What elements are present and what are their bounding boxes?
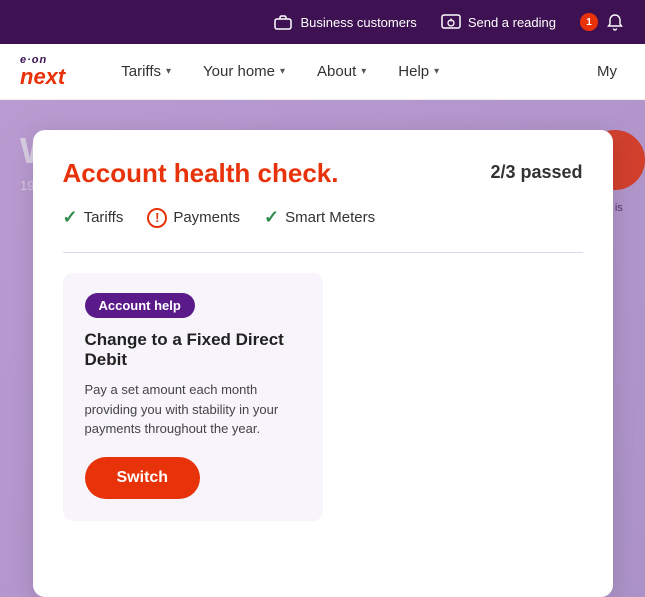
modal-divider: [63, 252, 583, 253]
chevron-down-icon: ▾: [434, 66, 439, 77]
logo-next-text: next: [20, 66, 65, 88]
chevron-down-icon: ▾: [361, 66, 366, 77]
notification-count: 1: [580, 13, 598, 31]
modal-header: Account health check. 2/3 passed: [63, 158, 583, 189]
modal-title: Account health check.: [63, 158, 339, 189]
nav-items: Tariffs ▾ Your home ▾ About ▾ Help ▾: [105, 44, 589, 100]
chevron-down-icon: ▾: [166, 66, 171, 77]
card-badge: Account help: [85, 293, 195, 318]
nav-about-label: About: [317, 63, 356, 80]
check-smart-meters: ✓ Smart Meters: [264, 207, 375, 228]
briefcase-icon: [273, 12, 293, 32]
nav-bar: e·on next Tariffs ▾ Your home ▾ About ▾ …: [0, 44, 645, 100]
check-pass-icon-2: ✓: [264, 207, 279, 228]
bell-icon: [605, 12, 625, 32]
check-tariffs-label: Tariffs: [84, 209, 124, 226]
nav-help-label: Help: [398, 63, 429, 80]
send-reading-label: Send a reading: [468, 15, 556, 30]
nav-tariffs-label: Tariffs: [121, 63, 161, 80]
notification-bell[interactable]: 1: [580, 12, 625, 32]
meter-icon: [441, 12, 461, 32]
card-title: Change to a Fixed Direct Debit: [85, 330, 301, 370]
send-reading-link[interactable]: Send a reading: [441, 12, 556, 32]
check-pass-icon: ✓: [63, 207, 78, 228]
modal-overlay: Account health check. 2/3 passed ✓ Tarif…: [0, 100, 645, 597]
account-help-card: Account help Change to a Fixed Direct De…: [63, 273, 323, 521]
nav-my-label: My: [597, 63, 617, 80]
nav-your-home[interactable]: Your home ▾: [187, 44, 301, 100]
check-smart-meters-label: Smart Meters: [285, 209, 375, 226]
warning-icon: !: [147, 208, 167, 228]
health-check-modal: Account health check. 2/3 passed ✓ Tarif…: [33, 130, 613, 597]
check-payments-label: Payments: [173, 209, 240, 226]
business-customers-link[interactable]: Business customers: [273, 12, 416, 32]
nav-my[interactable]: My: [589, 63, 625, 80]
business-customers-label: Business customers: [300, 15, 416, 30]
top-bar: Business customers Send a reading 1: [0, 0, 645, 44]
check-payments: ! Payments: [147, 208, 240, 228]
logo[interactable]: e·on next: [20, 55, 65, 88]
switch-button[interactable]: Switch: [85, 457, 201, 499]
chevron-down-icon: ▾: [280, 66, 285, 77]
nav-help[interactable]: Help ▾: [382, 44, 455, 100]
modal-passed-count: 2/3 passed: [490, 158, 582, 183]
card-description: Pay a set amount each month providing yo…: [85, 380, 301, 439]
nav-tariffs[interactable]: Tariffs ▾: [105, 44, 187, 100]
nav-your-home-label: Your home: [203, 63, 275, 80]
check-items-row: ✓ Tariffs ! Payments ✓ Smart Meters: [63, 207, 583, 228]
check-tariffs: ✓ Tariffs: [63, 207, 124, 228]
nav-about[interactable]: About ▾: [301, 44, 382, 100]
